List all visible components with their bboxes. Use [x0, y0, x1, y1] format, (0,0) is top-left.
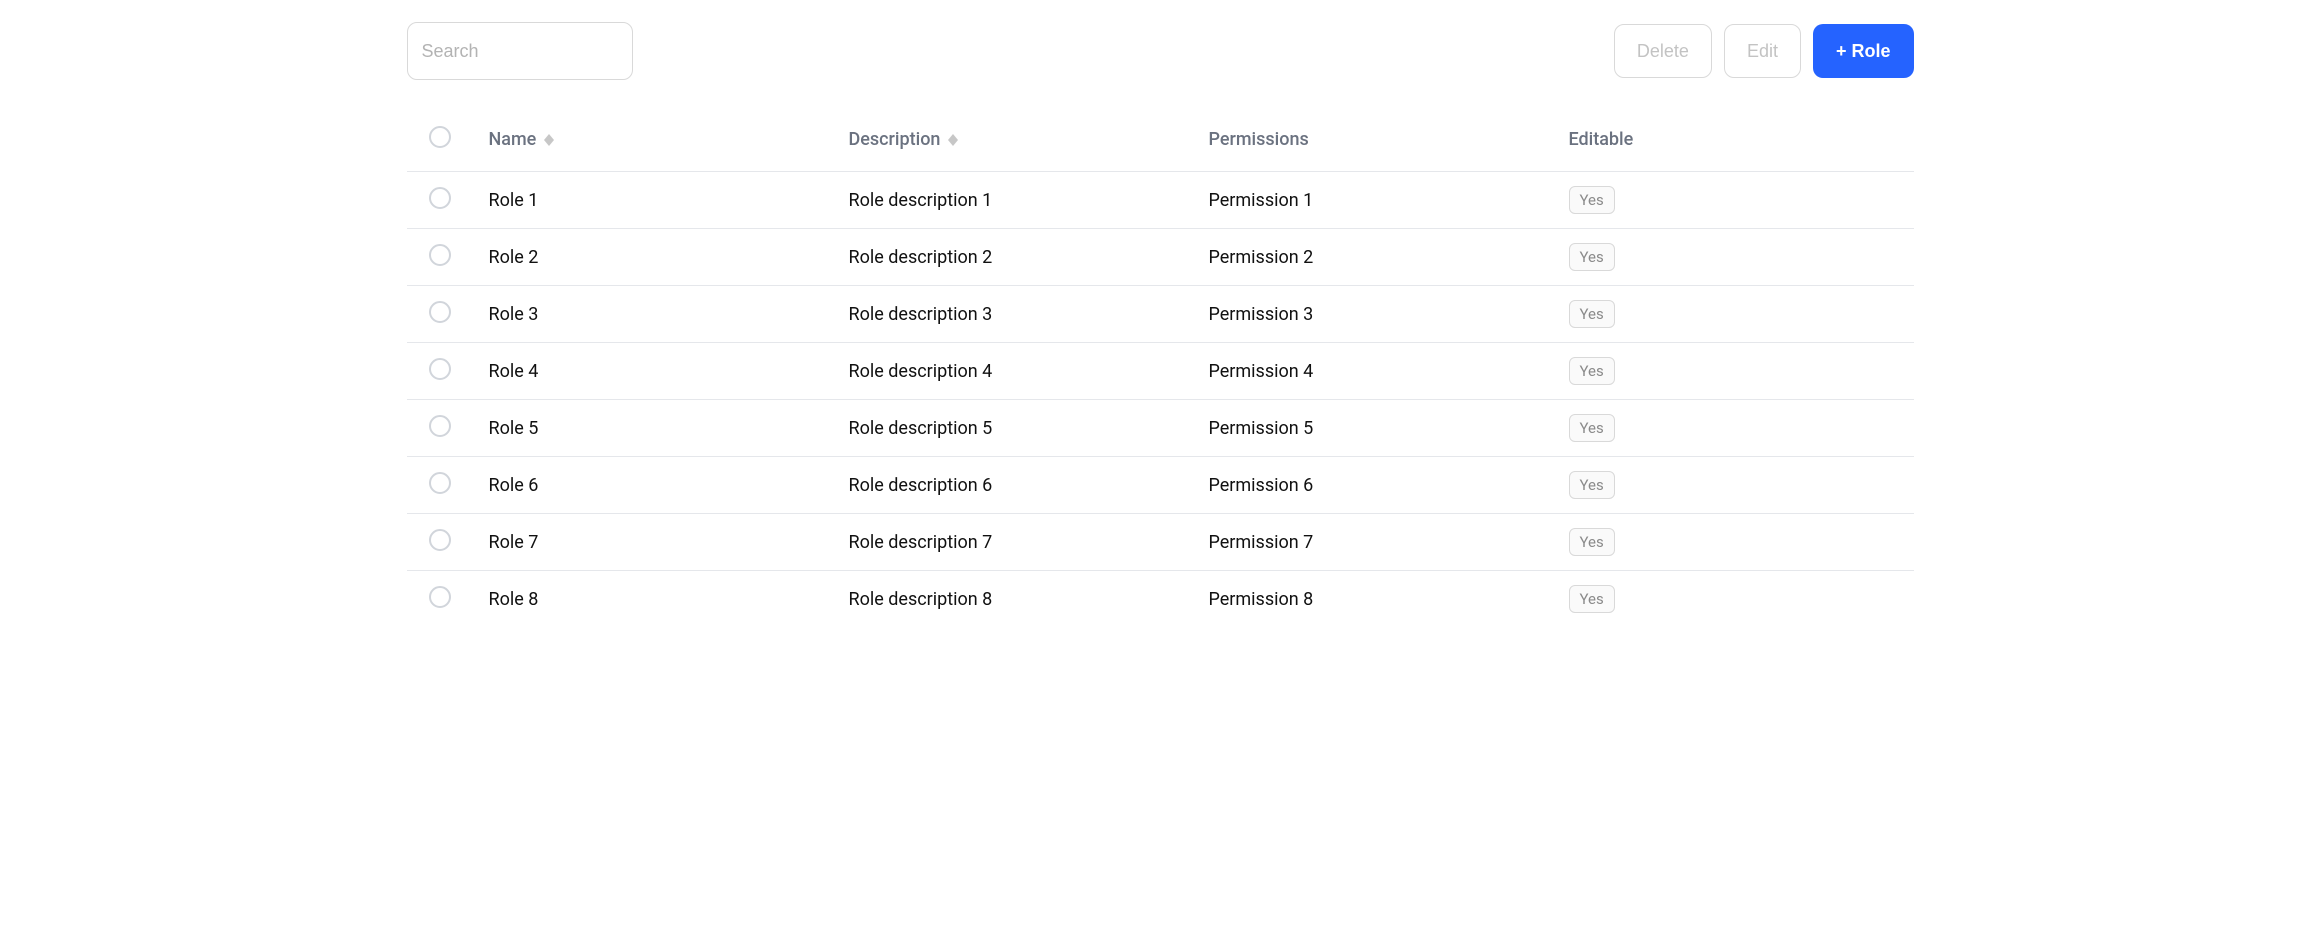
role-permissions: Permission 3 — [1209, 304, 1314, 325]
role-name: Role 1 — [489, 190, 539, 211]
role-name: Role 3 — [489, 304, 539, 325]
role-permissions: Permission 4 — [1209, 361, 1314, 382]
column-header-description-label: Description — [849, 129, 941, 150]
role-description: Role description 2 — [849, 247, 993, 268]
sort-icon — [948, 134, 958, 146]
column-header-description[interactable]: Description — [849, 129, 959, 150]
role-permissions: Permission 1 — [1209, 190, 1314, 211]
column-header-editable: Editable — [1569, 129, 1634, 150]
role-name: Role 5 — [489, 418, 539, 439]
sort-icon — [544, 134, 554, 146]
row-checkbox[interactable] — [429, 244, 451, 266]
table-row: Role 3 Role description 3 Permission 3 Y… — [407, 286, 1914, 343]
toolbar: Delete Edit + Role — [407, 22, 1914, 80]
editable-tag: Yes — [1569, 471, 1615, 499]
table-row: Role 8 Role description 8 Permission 8 Y… — [407, 571, 1914, 628]
delete-button[interactable]: Delete — [1614, 24, 1712, 78]
select-all-checkbox[interactable] — [429, 126, 451, 148]
row-checkbox[interactable] — [429, 301, 451, 323]
table-row: Role 1 Role description 1 Permission 1 Y… — [407, 172, 1914, 229]
table-row: Role 6 Role description 6 Permission 6 Y… — [407, 457, 1914, 514]
table-row: Role 4 Role description 4 Permission 4 Y… — [407, 343, 1914, 400]
role-description: Role description 3 — [849, 304, 993, 325]
row-checkbox[interactable] — [429, 586, 451, 608]
role-name: Role 7 — [489, 532, 539, 553]
role-permissions: Permission 6 — [1209, 475, 1314, 496]
column-header-name[interactable]: Name — [489, 129, 555, 150]
table-header-row: Name Description — [407, 108, 1914, 172]
role-description: Role description 8 — [849, 589, 993, 610]
editable-tag: Yes — [1569, 585, 1615, 613]
row-checkbox[interactable] — [429, 529, 451, 551]
row-checkbox[interactable] — [429, 472, 451, 494]
editable-tag: Yes — [1569, 528, 1615, 556]
editable-tag: Yes — [1569, 186, 1615, 214]
role-description: Role description 4 — [849, 361, 993, 382]
role-name: Role 8 — [489, 589, 539, 610]
table-row: Role 2 Role description 2 Permission 2 Y… — [407, 229, 1914, 286]
table-row: Role 5 Role description 5 Permission 5 Y… — [407, 400, 1914, 457]
editable-tag: Yes — [1569, 357, 1615, 385]
role-description: Role description 7 — [849, 532, 993, 553]
row-checkbox[interactable] — [429, 415, 451, 437]
editable-tag: Yes — [1569, 414, 1615, 442]
row-checkbox[interactable] — [429, 187, 451, 209]
toolbar-actions: Delete Edit + Role — [1614, 24, 1914, 78]
role-permissions: Permission 7 — [1209, 532, 1314, 553]
table-row: Role 7 Role description 7 Permission 7 Y… — [407, 514, 1914, 571]
editable-tag: Yes — [1569, 300, 1615, 328]
role-description: Role description 5 — [849, 418, 993, 439]
add-role-button[interactable]: + Role — [1813, 24, 1914, 78]
role-permissions: Permission 5 — [1209, 418, 1314, 439]
role-description: Role description 6 — [849, 475, 993, 496]
search-input[interactable] — [407, 22, 633, 80]
editable-tag: Yes — [1569, 243, 1615, 271]
edit-button[interactable]: Edit — [1724, 24, 1801, 78]
role-name: Role 2 — [489, 247, 539, 268]
role-name: Role 4 — [489, 361, 539, 382]
role-name: Role 6 — [489, 475, 539, 496]
roles-table: Name Description — [407, 108, 1914, 627]
role-permissions: Permission 8 — [1209, 589, 1314, 610]
column-header-name-label: Name — [489, 129, 537, 150]
role-permissions: Permission 2 — [1209, 247, 1314, 268]
row-checkbox[interactable] — [429, 358, 451, 380]
column-header-permissions: Permissions — [1209, 129, 1309, 150]
role-description: Role description 1 — [849, 190, 993, 211]
